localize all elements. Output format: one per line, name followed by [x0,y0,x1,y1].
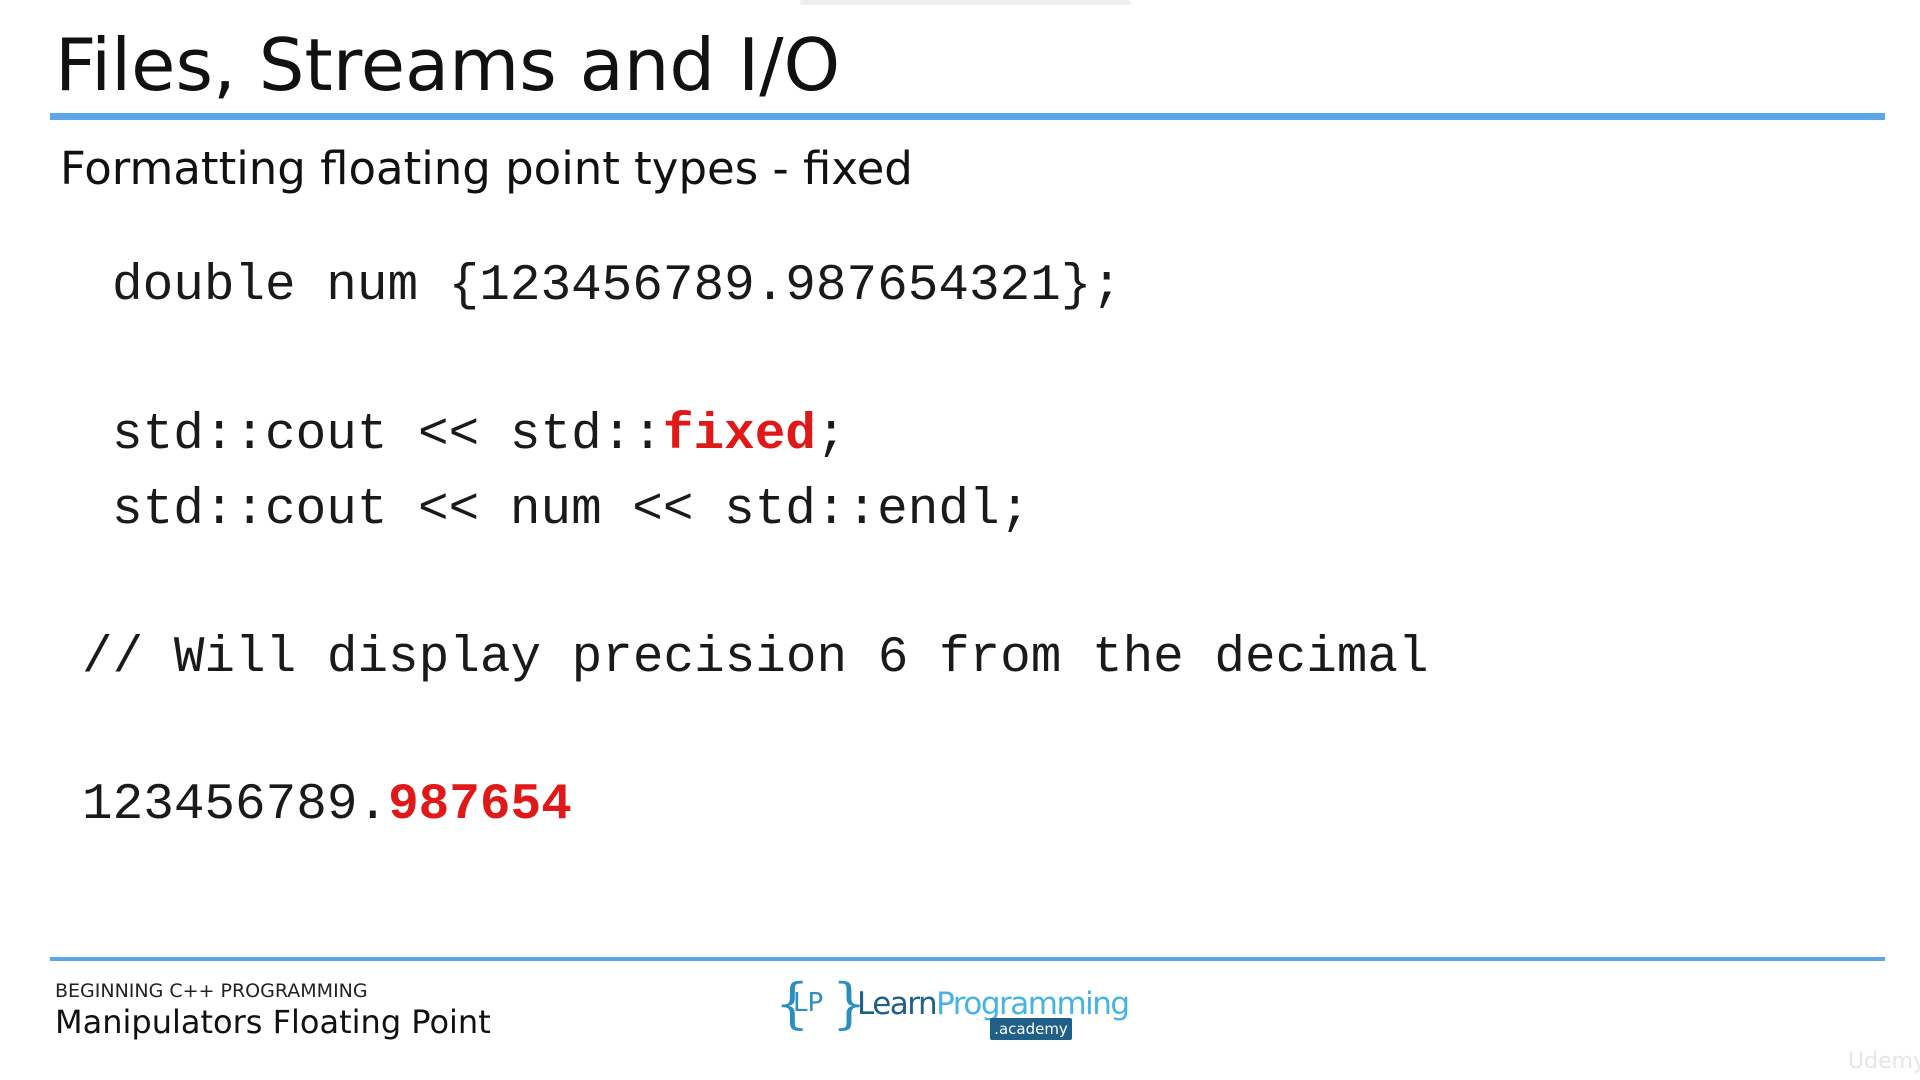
code-line-fixed-suffix: ; [815,407,847,464]
code-line-fixed-prefix: std::cout << std:: [112,407,663,464]
title-underline-rule [50,113,1885,120]
lesson-title: Manipulators Floating Point [55,1003,491,1041]
udemy-watermark: Udemy [1848,1049,1920,1074]
logo-wordmark: LearnProgramming [857,986,1130,1022]
code-result-fraction: 987654 [388,777,572,834]
top-edge-highlight [800,0,1130,5]
code-line-output: std::cout << num << std::endl; [112,482,1031,539]
slide-title: Files, Streams and I/O [55,23,841,107]
logo-initials: LP [793,988,824,1018]
footer-rule [50,957,1885,961]
logo-word-programming: Programming [936,986,1130,1022]
code-comment: // Will display precision 6 from the dec… [82,630,1429,687]
logo-word-learn: Learn [857,986,938,1022]
code-line-declaration: double num {123456789.987654321}; [112,258,1122,315]
code-result: 123456789.987654 [82,775,572,837]
learnprogramming-logo: { LP } LearnProgramming .academy [775,974,1130,1042]
slide-subtitle: Formatting floating point types - fixed [60,142,913,195]
code-line-fixed: std::cout << std::fixed; [112,405,847,467]
code-keyword-fixed: fixed [662,407,816,464]
code-result-integer: 123456789. [82,777,389,834]
logo-academy-badge: .academy [990,1018,1072,1040]
